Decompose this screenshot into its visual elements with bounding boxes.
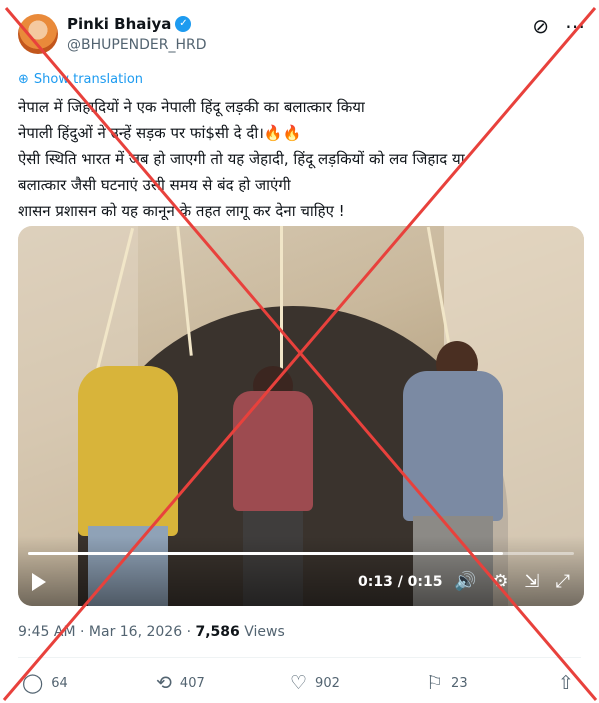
post-time[interactable]: 9:45 AM — [18, 624, 76, 640]
translate-icon: ⊕ — [18, 72, 29, 87]
video-time: 0:13 / 0:15 — [358, 574, 443, 590]
share-button[interactable]: ⇧ — [558, 672, 574, 694]
tweet-card: Pinki Bhaiya ✓ @BHUPENDER_HRD ⊘ ⋯ ⊕ Show… — [0, 0, 599, 703]
video-progress-fill — [28, 552, 504, 555]
pop-out-icon[interactable]: ⇲ — [525, 571, 540, 592]
tweet-line: ऐसी स्थिति भारत में जब हो जाएगी तो यह जे… — [18, 150, 465, 168]
reply-icon: ◯ — [22, 672, 44, 694]
more-options-icon[interactable]: ⋯ — [565, 14, 585, 38]
repost-icon: ⟲ — [156, 672, 172, 694]
tweet-line: बलात्कार जैसी घटनाएं उसी समय से बंद हो ज… — [18, 176, 291, 194]
share-icon: ⇧ — [558, 672, 574, 694]
divider — [18, 657, 581, 658]
like-button[interactable]: ♡ 902 — [290, 672, 340, 694]
video-frame-figure — [233, 391, 313, 511]
bookmark-count: 23 — [451, 675, 468, 691]
like-count: 902 — [315, 675, 340, 691]
tweet-text: नेपाल में जिहादियों ने एक नेपाली हिंदू ल… — [18, 94, 578, 224]
verified-badge-icon: ✓ — [175, 16, 192, 32]
heart-icon: ♡ — [290, 672, 308, 694]
reply-button[interactable]: ◯ 64 — [22, 672, 68, 694]
post-date[interactable]: Mar 16, 2026 — [89, 624, 182, 640]
header-actions: ⊘ ⋯ — [532, 14, 585, 38]
volume-icon[interactable]: 🔊 — [454, 571, 476, 592]
play-icon[interactable] — [32, 573, 46, 591]
video-progress-bar[interactable] — [28, 552, 574, 555]
repost-count: 407 — [179, 675, 205, 691]
grok-icon[interactable]: ⊘ — [532, 14, 549, 38]
video-player[interactable]: 0:13 / 0:15 🔊 ⚙ ⇲ ⤢ — [18, 226, 584, 606]
video-frame-rope — [280, 226, 283, 376]
avatar[interactable] — [18, 14, 58, 54]
tweet-meta: 9:45 AM · Mar 16, 2026 · 7,586 Views — [18, 624, 285, 640]
author-name-row: Pinki Bhaiya ✓ — [67, 15, 192, 33]
bookmark-button[interactable]: ⚐ 23 — [426, 672, 468, 694]
views-label: Views — [244, 624, 285, 640]
tweet-line: नेपाल में जिहादियों ने एक नेपाली हिंदू ल… — [18, 98, 365, 116]
meta-separator: · — [80, 624, 85, 640]
show-translation-link[interactable]: ⊕ Show translation — [18, 72, 143, 87]
tweet-line: नेपाली हिंदुओं ने उन्हें सड़क पर फां$सी … — [18, 124, 302, 142]
repost-button[interactable]: ⟲ 407 — [156, 672, 205, 694]
bookmark-icon: ⚐ — [426, 672, 444, 694]
video-control-icons: 🔊 ⚙ ⇲ ⤢ — [454, 571, 570, 592]
video-frame-figure — [78, 366, 178, 536]
fullscreen-icon[interactable]: ⤢ — [556, 571, 570, 592]
video-controls: 0:13 / 0:15 🔊 ⚙ ⇲ ⤢ — [18, 566, 584, 600]
tweet-line: शासन प्रशासन को यह कानून के तहत लागू कर … — [18, 202, 345, 220]
meta-separator: · — [186, 624, 192, 640]
settings-gear-icon[interactable]: ⚙ — [492, 571, 508, 592]
author-handle[interactable]: @BHUPENDER_HRD — [67, 37, 207, 53]
action-bar: ◯ 64 ⟲ 407 ♡ 902 ⚐ 23 ⇧ — [18, 672, 581, 700]
reply-count: 64 — [51, 675, 68, 691]
video-frame-figure — [403, 371, 503, 521]
display-name[interactable]: Pinki Bhaiya — [67, 15, 171, 33]
show-translation-label: Show translation — [33, 72, 144, 87]
views-count[interactable]: 7,586 — [195, 624, 239, 640]
